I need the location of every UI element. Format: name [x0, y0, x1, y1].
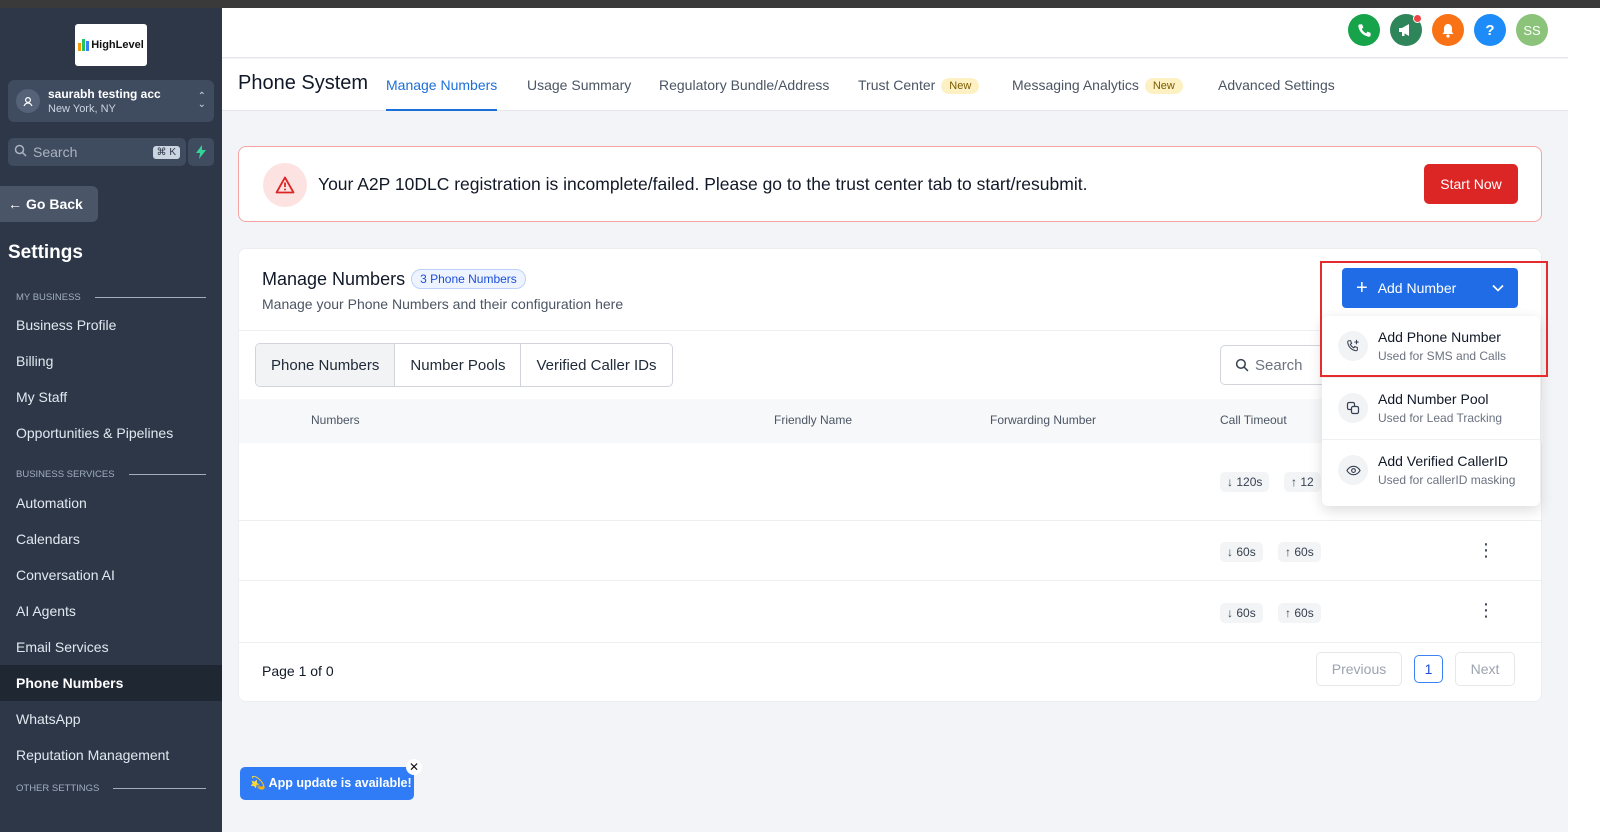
top-bar: ? SS — [222, 8, 1568, 58]
segment-number-pools[interactable]: Number Pools — [395, 344, 522, 386]
table-row[interactable]: ↓ 60s ↑ 60s ⋮ — [239, 581, 1543, 643]
page-number-button[interactable]: 1 — [1414, 655, 1443, 683]
section-label-my-business: MY BUSINESS — [16, 292, 206, 303]
alert-message: Your A2P 10DLC registration is incomplet… — [318, 174, 1088, 194]
segment-phone-numbers[interactable]: Phone Numbers — [256, 344, 396, 386]
menu-item-title: Add Number Pool — [1378, 391, 1489, 407]
search-shortcut: ⌘ K — [152, 145, 180, 159]
new-badge: New — [1144, 78, 1183, 94]
sidebar-item-calendars[interactable]: Calendars — [0, 521, 222, 557]
sidebar-item-billing[interactable]: Billing — [0, 343, 222, 379]
tab-regulatory-bundle[interactable]: Regulatory Bundle/Address — [659, 77, 829, 111]
sidebar-item-conversation-ai[interactable]: Conversation AI — [0, 557, 222, 593]
menu-item-subtitle: Used for Lead Tracking — [1378, 411, 1503, 425]
inbound-timeout: ↓ 60s — [1220, 542, 1263, 562]
logo-bars-icon — [78, 39, 90, 51]
tab-messaging-analytics[interactable]: Messaging Analytics New — [1012, 77, 1183, 111]
number-type-tabs: Phone Numbers Number Pools Verified Call… — [255, 343, 673, 387]
account-switcher[interactable]: saurabh testing acc New York, NY ⌃ ⌄ — [8, 80, 214, 122]
sidebar-item-automation[interactable]: Automation — [0, 485, 222, 521]
outbound-timeout: ↑ 60s — [1278, 603, 1321, 623]
page-edge — [1568, 8, 1600, 832]
phone-system-nav: Phone System Manage Numbers Usage Summar… — [222, 59, 1568, 111]
start-now-button[interactable]: Start Now — [1424, 164, 1518, 204]
next-page-button[interactable]: Next — [1455, 652, 1515, 686]
inbound-timeout: ↓ 120s — [1220, 472, 1270, 492]
search-icon — [14, 144, 27, 160]
settings-title: Settings — [8, 242, 83, 263]
new-badge: New — [941, 78, 980, 94]
card-subtitle: Manage your Phone Numbers and their conf… — [262, 296, 624, 312]
section-label-other-settings: OTHER SETTINGS — [16, 783, 206, 794]
number-pool-icon — [1338, 393, 1368, 423]
app-update-toast[interactable]: 💫 App update is available! — [240, 767, 414, 800]
sidebar-item-whatsapp[interactable]: WhatsApp — [0, 701, 222, 737]
highlight-box — [1320, 261, 1548, 377]
search-icon — [1235, 358, 1249, 372]
menu-item-subtitle: Used for callerID masking — [1378, 473, 1516, 487]
outbound-timeout: ↑ 60s — [1278, 542, 1321, 562]
bell-icon[interactable] — [1432, 14, 1464, 46]
tab-usage-summary[interactable]: Usage Summary — [527, 77, 631, 111]
menu-item-title: Add Verified CallerID — [1378, 453, 1508, 469]
account-name: saurabh testing acc — [48, 87, 161, 101]
page-title: Phone System — [238, 72, 369, 94]
eye-icon — [1338, 455, 1368, 485]
sidebar-item-phone-numbers[interactable]: Phone Numbers — [0, 665, 222, 701]
arrow-left-icon: ← — [8, 196, 22, 212]
logo-text: HighLevel — [91, 39, 144, 51]
chevron-updown-icon: ⌃ ⌄ — [197, 91, 206, 110]
previous-page-button[interactable]: Previous — [1316, 652, 1402, 686]
numbers-search-input[interactable]: Search — [1220, 345, 1330, 385]
help-icon[interactable]: ? — [1474, 14, 1506, 46]
user-avatar[interactable]: SS — [1516, 14, 1548, 46]
notification-dot — [1413, 14, 1422, 23]
close-icon[interactable]: ✕ — [406, 759, 422, 775]
col-numbers: Numbers — [311, 413, 360, 427]
menu-item-add-number-pool[interactable]: Add Number Pool Used for Lead Tracking — [1322, 378, 1540, 440]
warning-icon — [263, 163, 307, 207]
menu-item-add-verified-callerid[interactable]: Add Verified CallerID Used for callerID … — [1322, 440, 1540, 502]
sidebar-item-business-profile[interactable]: Business Profile — [0, 307, 222, 343]
go-back-button[interactable]: ← Go Back — [0, 186, 98, 222]
phone-count-badge: 3 Phone Numbers — [411, 269, 526, 289]
segment-verified-caller-ids[interactable]: Verified Caller IDs — [521, 344, 671, 386]
main-content: ? SS Phone System Manage Numbers Usage S… — [222, 8, 1568, 832]
table-row[interactable]: ↓ 60s ↑ 60s ⋮ — [239, 521, 1543, 581]
quick-action-bolt-icon[interactable] — [188, 138, 214, 166]
a2p-alert-banner: Your A2P 10DLC registration is incomplet… — [238, 146, 1542, 222]
outbound-timeout: ↑ 12 — [1284, 472, 1321, 492]
sidebar-search-placeholder: Search — [33, 144, 78, 160]
tab-trust-center[interactable]: Trust Center New — [858, 77, 980, 111]
sidebar-search[interactable]: Search ⌘ K — [8, 138, 186, 166]
col-friendly-name: Friendly Name — [774, 413, 853, 427]
phone-icon[interactable] — [1348, 14, 1380, 46]
account-location: New York, NY — [48, 103, 116, 115]
sidebar-item-reputation-management[interactable]: Reputation Management — [0, 737, 222, 773]
sidebar: HighLevel saurabh testing acc New York, … — [0, 8, 222, 832]
card-title: Manage Numbers 3 Phone Numbers — [262, 269, 526, 290]
col-forwarding-number: Forwarding Number — [990, 413, 1097, 427]
sidebar-item-email-services[interactable]: Email Services — [0, 629, 222, 665]
sidebar-item-opportunities[interactable]: Opportunities & Pipelines — [0, 415, 222, 451]
megaphone-icon[interactable] — [1390, 14, 1422, 46]
company-logo[interactable]: HighLevel — [75, 24, 147, 66]
tab-advanced-settings[interactable]: Advanced Settings — [1218, 77, 1335, 111]
row-actions-kebab-icon[interactable]: ⋮ — [1477, 601, 1495, 619]
pagination-label: Page 1 of 0 — [262, 663, 334, 679]
location-pin-icon — [16, 89, 40, 113]
inbound-timeout: ↓ 60s — [1220, 603, 1263, 623]
section-label-business-services: BUSINESS SERVICES — [16, 469, 206, 480]
row-actions-kebab-icon[interactable]: ⋮ — [1477, 541, 1495, 559]
tab-manage-numbers[interactable]: Manage Numbers — [386, 77, 498, 111]
sidebar-item-my-staff[interactable]: My Staff — [0, 379, 222, 415]
sidebar-item-ai-agents[interactable]: AI Agents — [0, 593, 222, 629]
col-call-timeout: Call Timeout — [1220, 413, 1287, 427]
